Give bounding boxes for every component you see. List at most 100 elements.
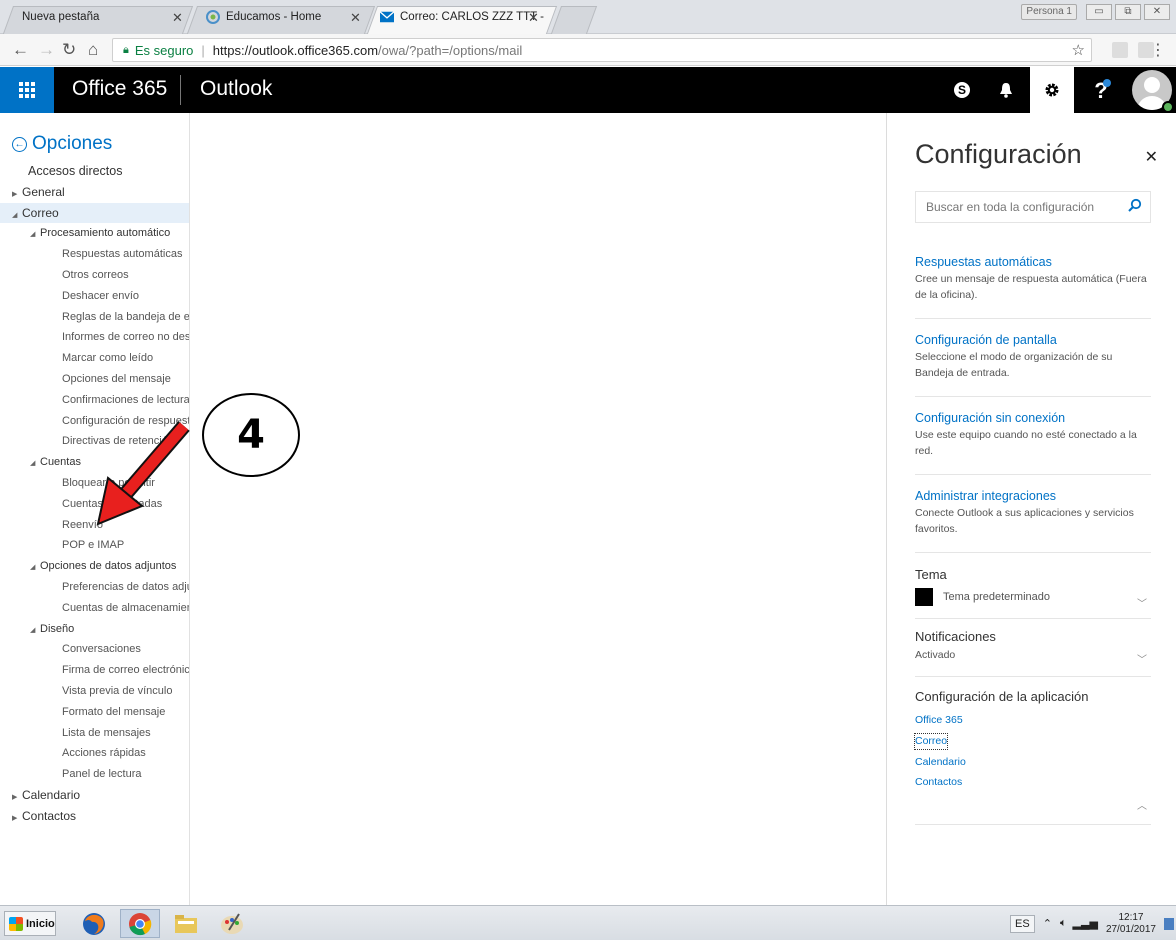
theme-swatch [915, 588, 933, 606]
nav-item[interactable]: Lista de mensajes [0, 723, 189, 744]
bookmark-star-icon[interactable]: ☆ [1072, 41, 1085, 59]
help-icon: ? [1094, 78, 1111, 102]
tab-label: Educamos - Home [226, 11, 322, 23]
nav-item[interactable]: Informes de correo no des [0, 327, 189, 348]
nav-item[interactable]: Marcar como leído [0, 348, 189, 369]
browser-menu-icon[interactable]: ⋮ [1150, 40, 1166, 60]
close-tab-icon[interactable]: ✕ [172, 10, 183, 26]
app-link-contactos[interactable]: Contactos [915, 772, 1151, 793]
notifications-value[interactable]: Activado [915, 648, 1151, 664]
forward-arrow-icon[interactable]: → [38, 40, 55, 60]
collapse-triangle-icon[interactable]: ▶ [12, 185, 22, 203]
notifications-button[interactable] [984, 67, 1028, 113]
app-link-office365[interactable]: Office 365 [915, 710, 1151, 731]
firefox-taskbar-button[interactable] [74, 909, 114, 938]
language-indicator[interactable]: ES [1010, 914, 1035, 933]
manage-integrations-link[interactable]: Administrar integraciones [915, 489, 1151, 503]
nav-item[interactable]: ◢ Procesamiento automático [0, 223, 189, 244]
chrome-taskbar-button[interactable] [120, 909, 160, 938]
volume-icon[interactable]: 🔈︎ [1060, 917, 1067, 930]
system-tray: ES ⌃ 🔈︎ ▂▃▅ 12:17 27/01/2017 [1010, 909, 1176, 938]
expand-triangle-icon[interactable]: ◢ [30, 454, 40, 473]
app-title[interactable]: Outlook [200, 77, 272, 101]
nav-item[interactable]: ◢ Diseño [0, 619, 189, 640]
collapse-triangle-icon[interactable]: ▶ [12, 788, 22, 806]
chevron-up-icon[interactable]: ︿ [1137, 797, 1147, 812]
nav-item[interactable]: ▶ Calendario [0, 785, 189, 806]
nav-item[interactable]: Acciones rápidas [0, 743, 189, 764]
settings-search-input[interactable]: Buscar en toda la configuración [915, 191, 1151, 223]
explorer-taskbar-button[interactable] [166, 909, 206, 938]
step-number: 4 [237, 412, 265, 458]
auto-replies-link[interactable]: Respuestas automáticas [915, 255, 1151, 269]
profile-button[interactable]: Persona 1 [1021, 4, 1077, 20]
notifications-heading: Notificaciones [915, 629, 996, 644]
nav-item[interactable]: Respuestas automáticas [0, 244, 189, 265]
offline-settings-link[interactable]: Configuración sin conexión [915, 411, 1151, 425]
show-desktop-button[interactable] [1164, 917, 1174, 930]
expand-triangle-icon[interactable]: ◢ [12, 206, 22, 224]
url-bar[interactable]: 🔒︎ Es seguro | https://outlook.office365… [112, 38, 1092, 62]
start-button[interactable]: Inicio [4, 911, 56, 936]
skype-button[interactable]: S [940, 67, 984, 113]
nav-item[interactable]: Confirmaciones de lectura [0, 390, 190, 411]
extension-icon[interactable] [1112, 42, 1128, 58]
settings-section-offline: Configuración sin conexión Use este equi… [915, 411, 1151, 475]
nav-item[interactable]: Firma de correo electrónic [0, 660, 189, 681]
nav-item[interactable]: Cuentas de almacenamien [0, 598, 189, 619]
close-tab-icon[interactable]: ✕ [528, 10, 539, 26]
close-window-icon[interactable]: ✕ [1144, 4, 1170, 20]
expand-triangle-icon[interactable]: ◢ [30, 558, 40, 577]
reload-icon[interactable]: ↻ [62, 40, 76, 60]
nav-item[interactable]: ◢ Correo [0, 202, 189, 224]
nav-item[interactable]: ◢ Opciones de datos adjuntos [0, 556, 189, 577]
app-launcher-button[interactable] [0, 67, 54, 113]
chevron-down-icon[interactable]: ﹀ [1137, 651, 1147, 666]
nav-item[interactable]: Preferencias de datos adju [0, 577, 189, 598]
nav-item-label: Confirmaciones de lectura [62, 393, 190, 406]
expand-triangle-icon[interactable]: ◢ [30, 225, 40, 244]
tab-label: Nueva pestaña [22, 11, 100, 23]
back-circle-arrow-icon: ← [12, 136, 27, 152]
expand-triangle-icon[interactable]: ◢ [30, 621, 40, 640]
nav-item-label: Otros correos [62, 268, 129, 281]
brand-title[interactable]: Office 365 [72, 77, 167, 101]
nav-item[interactable]: Panel de lectura [0, 764, 189, 785]
options-back-button[interactable]: ← Opciones [12, 133, 112, 155]
nav-item[interactable]: ▶ Contactos [0, 806, 189, 827]
app-link-correo[interactable]: Correo [913, 732, 949, 750]
close-icon[interactable]: ✕ [1145, 147, 1158, 167]
nav-item[interactable]: Accesos directos [0, 161, 189, 182]
theme-dropdown[interactable]: Tema predeterminado ﹀ [915, 588, 1151, 610]
nav-item[interactable]: POP e IMAP [0, 535, 189, 556]
nav-item[interactable]: Otros correos [0, 265, 189, 286]
search-icon[interactable] [1128, 198, 1142, 212]
search-placeholder: Buscar en toda la configuración [926, 200, 1095, 214]
new-tab-button[interactable] [550, 6, 598, 34]
nav-item[interactable]: Vista previa de vínculo [0, 681, 189, 702]
show-hidden-icons-icon[interactable]: ⌃ [1043, 917, 1052, 930]
app-link-calendario[interactable]: Calendario [915, 752, 1151, 773]
home-icon[interactable]: ⌂ [88, 40, 98, 60]
help-button[interactable]: ? [1080, 67, 1124, 113]
nav-item[interactable]: Conversaciones [0, 639, 189, 660]
chevron-down-icon[interactable]: ﹀ [1137, 595, 1147, 610]
nav-item[interactable]: Deshacer envío [0, 286, 189, 307]
nav-item[interactable]: Reglas de la bandeja de en [0, 307, 189, 328]
windows-logo-icon [9, 916, 23, 931]
minimize-icon[interactable]: ▭ [1086, 4, 1112, 20]
chrome-icon [129, 912, 152, 935]
back-arrow-icon[interactable]: ← [12, 40, 29, 60]
nav-item[interactable]: ▶ General [0, 182, 189, 203]
network-signal-icon[interactable]: ▂▃▅ [1073, 917, 1098, 930]
maximize-icon[interactable]: ⧉ [1115, 4, 1141, 20]
address-bar-row: ← → ↻ ⌂ 🔒︎ Es seguro | https://outlook.o… [0, 34, 1176, 66]
nav-item[interactable]: Formato del mensaje [0, 702, 189, 723]
paint-taskbar-button[interactable] [212, 909, 252, 938]
collapse-triangle-icon[interactable]: ▶ [12, 809, 22, 827]
settings-button[interactable] [1030, 67, 1074, 113]
display-settings-link[interactable]: Configuración de pantalla [915, 333, 1151, 347]
nav-item[interactable]: Opciones del mensaje [0, 369, 189, 390]
close-tab-icon[interactable]: ✕ [350, 10, 361, 26]
clock[interactable]: 12:17 27/01/2017 [1106, 912, 1156, 936]
